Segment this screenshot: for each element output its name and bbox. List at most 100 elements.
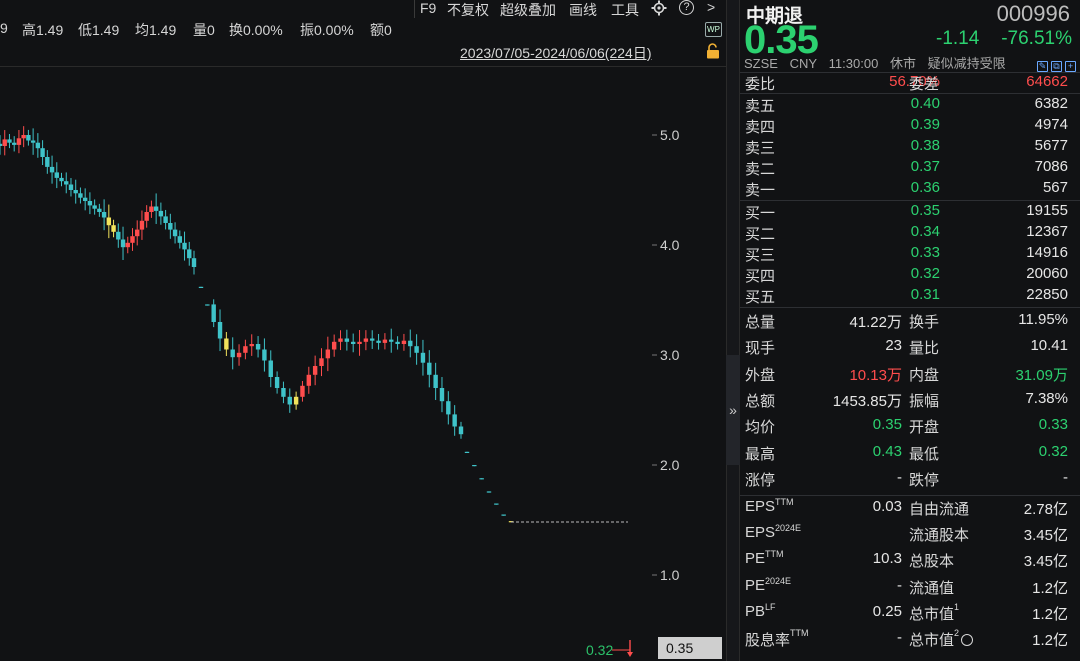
candle-body <box>97 208 102 212</box>
bid-level-label: 买三 <box>745 247 776 264</box>
stat-value: 41.22万 <box>849 314 902 331</box>
ask-level-row[interactable]: 卖二 0.37 7086 <box>740 158 1080 178</box>
ask-level-label: 卖四 <box>745 119 776 136</box>
candle-body <box>101 212 107 218</box>
bid-level-price: 0.31 <box>910 286 940 303</box>
stat-superscript: TTM <box>765 549 784 560</box>
candle-body <box>472 465 477 467</box>
candle-body <box>182 242 187 250</box>
stat-label: 流通值 <box>909 579 955 597</box>
ask-level-row[interactable]: 卖四 0.39 4974 <box>740 116 1080 136</box>
candle-body <box>21 135 26 139</box>
stat-label: 最低 <box>909 445 940 463</box>
candle-body <box>217 322 223 339</box>
stat-label: EPS <box>745 524 776 542</box>
stat-value: 0.43 <box>872 442 902 460</box>
candle-body <box>287 396 292 405</box>
candle-body <box>427 362 432 375</box>
current-price-tag: 0.35 <box>658 637 722 659</box>
candle-body <box>64 181 69 185</box>
market-meta: SZSE CNY 11:30:00 休市 疑似减持受限 <box>744 53 1014 72</box>
currency-label: CNY <box>789 56 818 71</box>
market-status: 休市 <box>889 56 916 71</box>
ask-level-volume: 7086 <box>1034 158 1068 175</box>
candle-body <box>45 157 50 167</box>
candle-body <box>414 346 419 353</box>
candle-body <box>35 142 41 149</box>
candle-body <box>205 304 210 306</box>
y-tick-label: 1.0 <box>660 567 680 583</box>
candle-body <box>408 340 413 347</box>
candle-body <box>149 206 154 212</box>
candle-body <box>2 139 7 146</box>
bid-level-row[interactable]: 买四 0.32 20060 <box>740 265 1080 285</box>
stat-superscript: 1 <box>954 601 960 612</box>
edit-icon[interactable]: ✎ <box>1037 61 1048 72</box>
candles-layer <box>0 126 514 523</box>
stat-value: 23 <box>885 337 902 355</box>
price-change: -1.14 <box>936 28 980 49</box>
ask-level-volume: 4974 <box>1034 116 1068 133</box>
stat-value: - <box>897 629 902 646</box>
stat-value: 10.41 <box>1030 337 1068 355</box>
ask-level-row[interactable]: 卖三 0.38 5677 <box>740 137 1080 157</box>
stat-label: 流通股本 <box>909 527 970 545</box>
stat-row: PETTM 10.3 总股本 3.45亿 <box>740 550 1080 572</box>
stat-label: 量比 <box>909 340 940 358</box>
candlestick-chart[interactable]: 5.0 4.0 3.0 2.0 1.0 <box>0 0 726 661</box>
copy-icon[interactable]: ⧉ <box>1051 61 1062 72</box>
bid-level-row[interactable]: 买二 0.34 12367 <box>740 223 1080 243</box>
chart-pane[interactable]: 9 高1.49 低1.49 均1.49 量0 换0.00% 振0.00% 额0 … <box>0 0 726 661</box>
stat-value: 10.13万 <box>849 366 902 384</box>
candle-body <box>401 340 407 344</box>
candle-body <box>395 341 400 344</box>
collapse-panel-button[interactable]: » <box>726 355 740 465</box>
ask-level-label: 卖一 <box>745 182 776 199</box>
bid-level-row[interactable]: 买三 0.33 14916 <box>740 244 1080 264</box>
bid-level-row[interactable]: 买一 0.35 19155 <box>740 202 1080 222</box>
stat-row: EPSTTM 0.03 自由流通 2.78亿 <box>740 498 1080 520</box>
candle-body <box>300 385 305 397</box>
stat-row: 涨停 - 跌停 - <box>740 469 1080 491</box>
candle-body <box>458 426 464 435</box>
time-label: 11:30:00 <box>828 56 879 71</box>
candle-body <box>111 225 116 232</box>
stock-code: 000996 <box>996 1 1070 26</box>
stat-value: 1453.85万 <box>832 392 902 410</box>
candle-body <box>446 401 451 415</box>
add-icon[interactable]: + <box>1065 61 1076 72</box>
order-diff-value: 64662 <box>1026 73 1068 90</box>
info-icon[interactable] <box>961 634 974 646</box>
order-ratio-label: 委比 <box>745 76 776 93</box>
ask-level-row[interactable]: 卖五 0.40 6382 <box>740 95 1080 115</box>
candle-body <box>325 349 331 359</box>
stat-row: 外盘 10.13万 内盘 31.09万 <box>740 364 1080 386</box>
candle-body <box>230 349 235 358</box>
candle-body <box>420 352 426 363</box>
candle-body <box>370 338 375 341</box>
stat-row: 最高 0.43 最低 0.32 <box>740 443 1080 465</box>
stat-value: 31.09万 <box>1015 366 1068 384</box>
candle-body <box>168 223 173 230</box>
candle-body <box>331 341 337 350</box>
stat-row: PE2024E - 流通值 1.2亿 <box>740 576 1080 599</box>
ask-level-row[interactable]: 卖一 0.36 567 <box>740 179 1080 199</box>
candle-body <box>306 374 312 386</box>
stat-row: 股息率TTM - 总市值2 1.2亿 <box>740 629 1080 651</box>
stat-label: 振幅 <box>909 392 940 410</box>
ask-level-price: 0.37 <box>910 158 940 175</box>
candle-body <box>172 229 178 237</box>
candle-body <box>293 396 299 405</box>
ask-level-price: 0.40 <box>910 95 940 112</box>
candle-body <box>382 339 388 343</box>
candle-body <box>338 338 343 342</box>
panel-splitter[interactable] <box>726 0 740 661</box>
stat-label: 均价 <box>745 419 776 437</box>
candle-body <box>92 205 97 209</box>
candle-body <box>224 338 229 350</box>
candle-body <box>236 352 242 358</box>
bid-level-volume: 20060 <box>1026 265 1068 282</box>
bid-level-price: 0.35 <box>910 202 940 219</box>
bid-level-row[interactable]: 买五 0.31 22850 <box>740 286 1080 306</box>
candle-body <box>281 388 286 397</box>
